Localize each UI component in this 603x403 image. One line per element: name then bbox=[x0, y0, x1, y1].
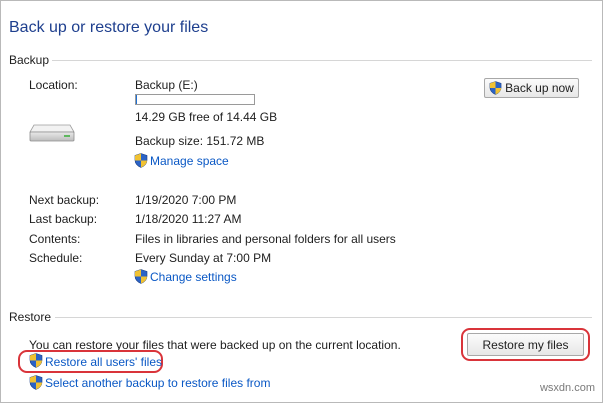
manage-space-link[interactable]: Manage space bbox=[150, 154, 229, 168]
schedule-value: Every Sunday at 7:00 PM bbox=[135, 251, 272, 265]
location-value: Backup (E:) bbox=[135, 78, 198, 92]
back-up-now-label: Back up now bbox=[505, 81, 574, 95]
change-settings-link[interactable]: Change settings bbox=[150, 270, 237, 284]
uac-shield-icon bbox=[489, 81, 502, 95]
restore-section-divider bbox=[55, 317, 592, 318]
select-another-backup-link[interactable]: Select another backup to restore files f… bbox=[45, 376, 270, 390]
next-backup-label: Next backup: bbox=[29, 193, 100, 207]
next-backup-value: 1/19/2020 7:00 PM bbox=[135, 193, 237, 207]
drive-icon bbox=[29, 124, 75, 142]
uac-shield-icon bbox=[29, 375, 43, 390]
backup-size-text: Backup size: 151.72 MB bbox=[135, 134, 265, 148]
drive-space-bar bbox=[135, 94, 255, 105]
backup-section-divider bbox=[52, 60, 592, 61]
uac-shield-icon bbox=[134, 153, 148, 168]
backup-section-label: Backup bbox=[9, 53, 50, 67]
restore-my-files-button[interactable]: Restore my files bbox=[467, 333, 584, 356]
contents-label: Contents: bbox=[29, 232, 81, 246]
watermark: wsxdn.com bbox=[539, 382, 595, 394]
contents-value: Files in libraries and personal folders … bbox=[135, 232, 396, 246]
restore-all-users-link[interactable]: Restore all users' files bbox=[45, 355, 162, 369]
uac-shield-icon bbox=[134, 269, 148, 284]
location-label: Location: bbox=[29, 78, 78, 92]
last-backup-value: 1/18/2020 11:27 AM bbox=[135, 212, 242, 226]
back-up-now-button[interactable]: Back up now bbox=[484, 78, 579, 98]
restore-section-label: Restore bbox=[9, 310, 52, 324]
free-space-text: 14.29 GB free of 14.44 GB bbox=[135, 110, 278, 124]
drive-space-fill bbox=[136, 95, 138, 104]
uac-shield-icon bbox=[29, 353, 43, 368]
schedule-label: Schedule: bbox=[29, 251, 83, 265]
last-backup-label: Last backup: bbox=[29, 212, 98, 226]
page-title: Back up or restore your files bbox=[9, 19, 209, 36]
